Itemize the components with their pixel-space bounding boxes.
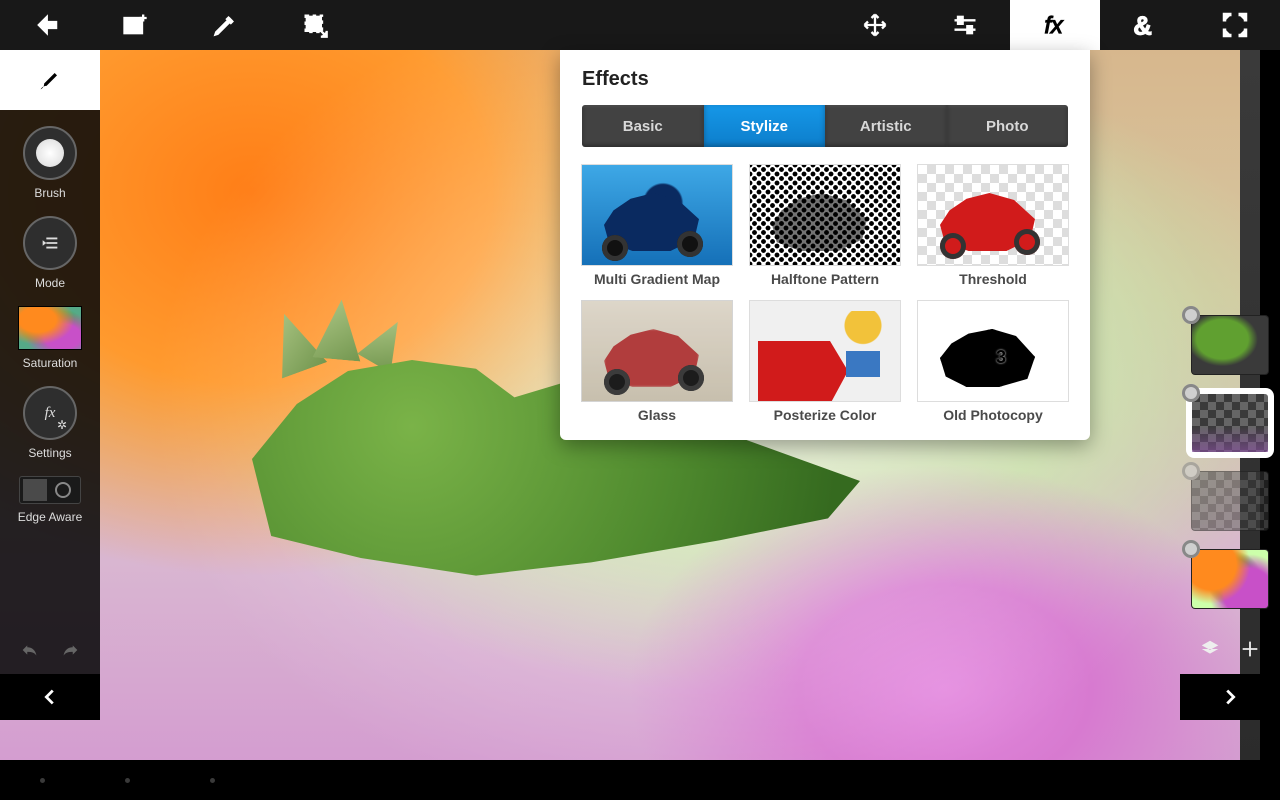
add-image-button[interactable] bbox=[90, 0, 180, 50]
effect-thumb bbox=[918, 165, 1068, 265]
layer-thumb-4[interactable] bbox=[1192, 316, 1268, 374]
status-dot bbox=[125, 778, 130, 783]
pencil-icon bbox=[211, 11, 239, 39]
mode-label: Mode bbox=[35, 276, 65, 290]
select-button[interactable] bbox=[270, 0, 360, 50]
mode-icon bbox=[23, 216, 77, 270]
fullscreen-icon bbox=[1221, 11, 1249, 39]
layer-visibility-dot[interactable] bbox=[1182, 540, 1200, 558]
redo-button[interactable] bbox=[59, 639, 81, 664]
effects-tabs: Basic Stylize Artistic Photo bbox=[582, 105, 1068, 147]
layers-menu-button[interactable] bbox=[1199, 638, 1221, 665]
layer-visibility-dot[interactable] bbox=[1182, 384, 1200, 402]
undo-icon bbox=[19, 639, 41, 661]
brush-preview[interactable]: Brush bbox=[0, 126, 100, 200]
back-button[interactable] bbox=[0, 0, 90, 50]
layer-visibility-dot[interactable] bbox=[1182, 306, 1200, 324]
tab-photo[interactable]: Photo bbox=[947, 105, 1069, 147]
undo-redo-row bbox=[0, 628, 100, 674]
layers-icon bbox=[1199, 638, 1221, 660]
status-dot bbox=[40, 778, 45, 783]
draw-button[interactable] bbox=[180, 0, 270, 50]
effect-thumb bbox=[582, 301, 732, 401]
tool-settings-button[interactable]: fx Settings bbox=[0, 386, 100, 460]
back-icon bbox=[31, 11, 59, 39]
undo-button[interactable] bbox=[19, 639, 41, 664]
chevron-right-icon bbox=[1219, 686, 1241, 708]
edge-aware-toggle[interactable]: Edge Aware bbox=[0, 476, 100, 524]
edge-aware-switch[interactable] bbox=[19, 476, 81, 504]
sliders-icon bbox=[951, 11, 979, 39]
layers-actions bbox=[1180, 628, 1280, 674]
brush-icon bbox=[36, 66, 64, 94]
ampersand-icon: & bbox=[1131, 11, 1159, 39]
settings-label: Settings bbox=[28, 446, 71, 460]
settings-fx-icon: fx bbox=[23, 386, 77, 440]
collapse-left-button[interactable] bbox=[0, 674, 100, 720]
move-icon bbox=[861, 11, 889, 39]
effect-thumb bbox=[582, 165, 732, 265]
effect-thumb bbox=[750, 301, 900, 401]
canvas-reveal-button[interactable] bbox=[360, 14, 830, 36]
effect-multi-gradient-map[interactable]: Multi Gradient Map bbox=[582, 165, 732, 287]
effect-label: Multi Gradient Map bbox=[594, 271, 720, 287]
effect-label: Threshold bbox=[959, 271, 1027, 287]
effect-halftone-pattern[interactable]: Halftone Pattern bbox=[750, 165, 900, 287]
chevron-up-icon bbox=[584, 14, 606, 36]
status-dot bbox=[210, 778, 215, 783]
effect-label: Posterize Color bbox=[774, 407, 877, 423]
effects-grid: Multi Gradient Map Halftone Pattern Thre… bbox=[582, 165, 1068, 423]
effect-glass[interactable]: Glass bbox=[582, 301, 732, 423]
brush-preview-circle bbox=[23, 126, 77, 180]
transform-button[interactable] bbox=[830, 0, 920, 50]
system-status-bar bbox=[0, 760, 1280, 800]
effect-thumb bbox=[918, 301, 1068, 401]
blend-mode-button[interactable]: Mode bbox=[0, 216, 100, 290]
marquee-icon bbox=[301, 11, 329, 39]
effect-label: Old Photocopy bbox=[943, 407, 1043, 423]
effect-label: Glass bbox=[638, 407, 676, 423]
fx-icon: fx bbox=[1041, 11, 1069, 39]
layers-panel bbox=[1180, 50, 1280, 720]
tab-artistic[interactable]: Artistic bbox=[825, 105, 947, 147]
chevron-left-icon bbox=[39, 686, 61, 708]
brush-label: Brush bbox=[34, 186, 65, 200]
tab-stylize[interactable]: Stylize bbox=[704, 105, 826, 147]
layer-thumb-3[interactable] bbox=[1192, 394, 1268, 452]
add-layer-button[interactable] bbox=[1239, 638, 1261, 665]
effect-threshold[interactable]: Threshold bbox=[918, 165, 1068, 287]
saturation-thumb bbox=[18, 306, 82, 350]
add-image-icon bbox=[121, 11, 149, 39]
fullscreen-button[interactable] bbox=[1190, 0, 1280, 50]
effects-popover: Effects Basic Stylize Artistic Photo Mul… bbox=[560, 50, 1090, 440]
effect-thumb bbox=[750, 165, 900, 265]
text-button[interactable]: & bbox=[1100, 0, 1190, 50]
effect-posterize-color[interactable]: Posterize Color bbox=[750, 301, 900, 423]
edge-aware-label: Edge Aware bbox=[18, 510, 83, 524]
redo-icon bbox=[59, 639, 81, 661]
layer-visibility-dot[interactable] bbox=[1182, 462, 1200, 480]
layer-thumb-2[interactable] bbox=[1192, 472, 1268, 530]
svg-text:fx: fx bbox=[1045, 12, 1064, 38]
effects-button[interactable]: fx bbox=[1010, 0, 1100, 50]
left-tool-panel: Brush Mode Saturation fx Settings Edge A… bbox=[0, 50, 100, 720]
saturation-label: Saturation bbox=[23, 356, 78, 370]
plus-icon bbox=[1239, 638, 1261, 660]
brush-tool-tile[interactable] bbox=[0, 50, 100, 110]
effect-label: Halftone Pattern bbox=[771, 271, 879, 287]
effects-title: Effects bbox=[582, 68, 1068, 91]
tab-basic[interactable]: Basic bbox=[582, 105, 704, 147]
collapse-right-button[interactable] bbox=[1180, 674, 1280, 720]
effect-old-photocopy[interactable]: Old Photocopy bbox=[918, 301, 1068, 423]
layer-thumb-1[interactable] bbox=[1192, 550, 1268, 608]
top-toolbar: fx & bbox=[0, 0, 1280, 50]
svg-text:&: & bbox=[1133, 12, 1152, 39]
saturation-button[interactable]: Saturation bbox=[0, 306, 100, 370]
adjust-button[interactable] bbox=[920, 0, 1010, 50]
